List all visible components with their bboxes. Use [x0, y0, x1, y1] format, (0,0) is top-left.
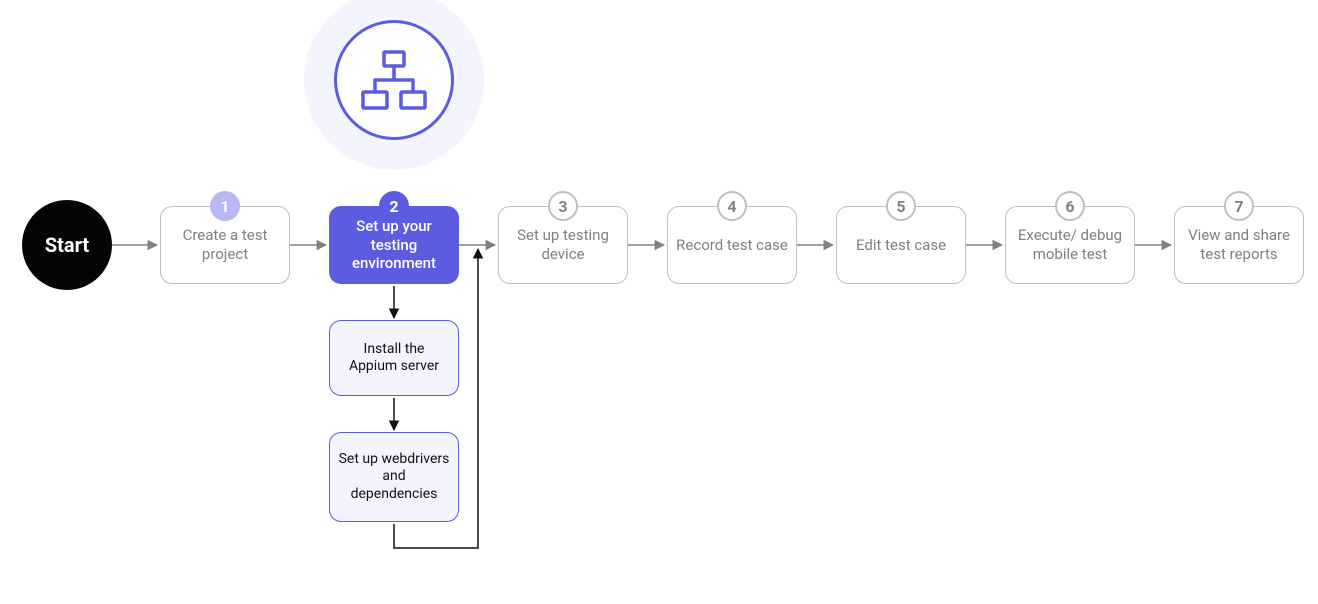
start-label: Start — [45, 233, 89, 258]
step-6-num: 6 — [1065, 197, 1074, 216]
step-1-badge: 1 — [210, 191, 240, 221]
hero-circle — [334, 20, 454, 140]
step-4-num: 4 — [727, 197, 736, 216]
step-1-num: 1 — [220, 197, 229, 216]
step-2-num: 2 — [389, 197, 398, 216]
step-7-label: View and share test reports — [1183, 226, 1295, 264]
substep-2-label: Set up webdrivers and dependencies — [338, 451, 450, 504]
step-5-label: Edit test case — [856, 236, 946, 255]
step-5-badge: 5 — [886, 191, 916, 221]
step-3-num: 3 — [558, 197, 567, 216]
step-3-badge: 3 — [548, 191, 578, 221]
start-node: Start — [22, 200, 112, 290]
step-4-label: Record test case — [676, 236, 788, 255]
step-7-badge: 7 — [1224, 191, 1254, 221]
step-6-badge: 6 — [1055, 191, 1085, 221]
connectors — [0, 0, 1318, 604]
step-3-label: Set up testing device — [507, 226, 619, 264]
step-2-label: Set up your testing environment — [338, 217, 450, 273]
step-7-num: 7 — [1234, 197, 1243, 216]
substep-1-label: Install the Appium server — [338, 341, 450, 376]
step-6-label: Execute/ debug mobile test — [1014, 226, 1126, 264]
step-5-num: 5 — [896, 197, 905, 216]
network-tree-icon — [359, 50, 429, 110]
step-1-label: Create a test project — [169, 226, 281, 264]
step-4-badge: 4 — [717, 191, 747, 221]
step-2-badge: 2 — [379, 191, 409, 221]
substep-1[interactable]: Install the Appium server — [329, 320, 459, 396]
substep-2[interactable]: Set up webdrivers and dependencies — [329, 432, 459, 522]
